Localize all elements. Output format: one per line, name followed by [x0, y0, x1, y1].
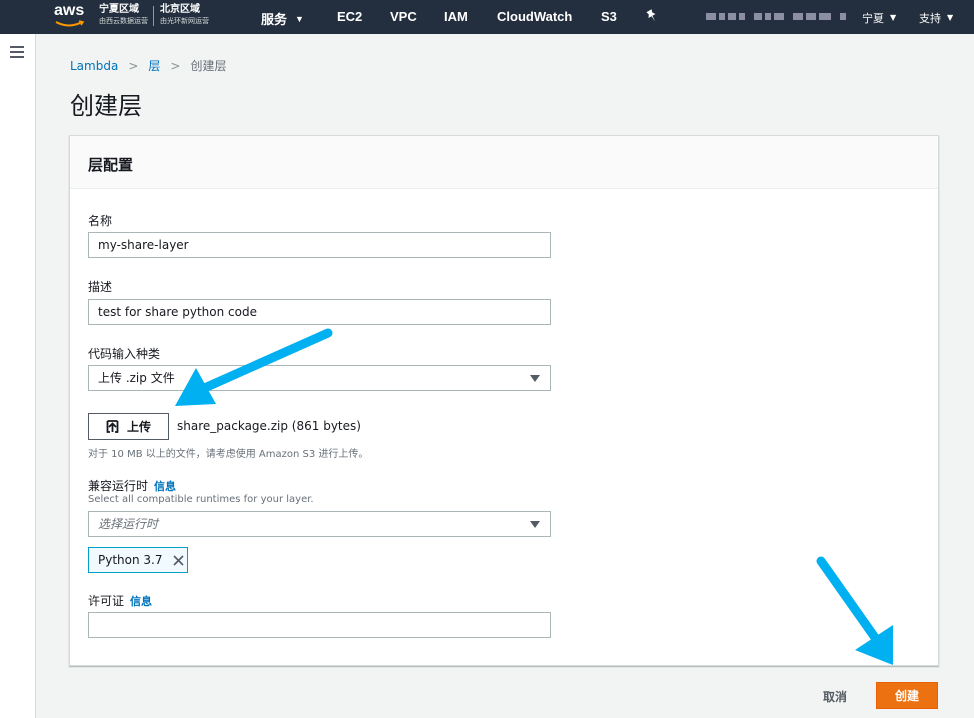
runtime-select-placeholder: 选择运行时	[98, 517, 159, 531]
description-input[interactable]	[88, 299, 551, 325]
region-beijing-operator: 由光环新网运营	[160, 17, 209, 25]
side-navigation-rail	[0, 34, 36, 718]
region-beijing-name: 北京区域	[160, 4, 200, 15]
aws-logo[interactable]: aws	[54, 2, 85, 31]
breadcrumb-layers[interactable]: 层	[148, 57, 160, 74]
nav-ec2[interactable]: EC2	[337, 9, 362, 24]
region-beijing[interactable]: 北京区域 由光环新网运营	[160, 4, 209, 26]
upload-button-label: 上传	[126, 420, 151, 434]
runtime-select[interactable]: 选择运行时	[88, 511, 551, 537]
menu-icon[interactable]	[10, 46, 24, 61]
region-selector-label: 宁夏	[862, 12, 884, 25]
code-entry-type-label: 代码输入种类	[88, 347, 161, 361]
chevron-right-icon: >	[128, 58, 139, 73]
support-label: 支持	[919, 12, 941, 25]
compatible-runtimes-label: 兼容运行时	[88, 479, 149, 493]
description-label: 描述	[88, 280, 113, 294]
breadcrumb-lambda[interactable]: Lambda	[70, 59, 118, 73]
runtimes-info-link[interactable]: 信息	[154, 480, 176, 493]
nav-vpc[interactable]: VPC	[390, 9, 417, 24]
license-label: 许可证	[88, 594, 125, 608]
nav-iam[interactable]: IAM	[444, 9, 468, 24]
uploaded-file-name: share_package.zip (861 bytes)	[177, 419, 361, 433]
upload-button[interactable]: 上传	[88, 413, 169, 440]
chevron-down-icon: ▼	[295, 14, 304, 24]
account-name-redacted[interactable]	[706, 13, 846, 20]
caret-down-icon	[530, 375, 540, 382]
region-selector[interactable]: 宁夏 ▼	[862, 10, 896, 26]
upload-hint: 对于 10 MB 以上的文件，请考虑使用 Amazon S3 进行上传。	[88, 449, 369, 460]
name-label: 名称	[88, 214, 113, 228]
layer-configuration-panel: 层配置 名称 描述 代码输入种类 上传 .zip 文件 上传 share_pac…	[69, 135, 939, 666]
runtime-token-label: Python 3.7	[98, 553, 163, 567]
license-input[interactable]	[88, 612, 551, 638]
name-input[interactable]	[88, 232, 551, 258]
runtime-token: Python 3.7	[88, 547, 188, 573]
license-info-link[interactable]: 信息	[130, 595, 152, 608]
code-entry-type-select[interactable]: 上传 .zip 文件	[88, 365, 551, 391]
caret-down-icon	[530, 521, 540, 528]
services-menu[interactable]: 服务 ▼	[261, 9, 304, 28]
services-label: 服务	[261, 12, 288, 27]
upload-icon	[106, 420, 119, 433]
region-ningxia-name: 宁夏区域	[99, 4, 139, 15]
region-ningxia[interactable]: 宁夏区域 由西云数据运营	[99, 4, 148, 26]
code-entry-type-value: 上传 .zip 文件	[98, 371, 175, 385]
cancel-button[interactable]: 取消	[823, 688, 847, 705]
create-button[interactable]: 创建	[876, 682, 938, 709]
close-icon[interactable]	[172, 554, 184, 566]
nav-s3[interactable]: S3	[601, 9, 617, 24]
breadcrumb: Lambda > 层 > 创建层	[70, 57, 226, 74]
region-ningxia-operator: 由西云数据运营	[99, 17, 148, 25]
top-navigation: aws 宁夏区域 由西云数据运营 北京区域 由光环新网运营 服务 ▼ EC2 VP…	[0, 0, 974, 34]
breadcrumb-current: 创建层	[190, 59, 227, 73]
pin-icon[interactable]	[645, 9, 659, 23]
chevron-right-icon: >	[170, 58, 181, 73]
region-divider	[153, 6, 154, 26]
page-title: 创建层	[70, 92, 142, 120]
compatible-runtimes-label-row: 兼容运行时 信息	[88, 477, 176, 494]
compatible-runtimes-description: Select all compatible runtimes for your …	[88, 494, 314, 505]
chevron-down-icon: ▼	[947, 13, 954, 22]
aws-smile-icon	[55, 20, 85, 27]
license-label-row: 许可证 信息	[88, 592, 152, 609]
chevron-down-icon: ▼	[890, 13, 897, 22]
panel-title: 层配置	[70, 136, 938, 189]
nav-cloudwatch[interactable]: CloudWatch	[497, 9, 572, 24]
support-menu[interactable]: 支持 ▼	[919, 10, 953, 26]
aws-logo-text: aws	[54, 2, 85, 19]
